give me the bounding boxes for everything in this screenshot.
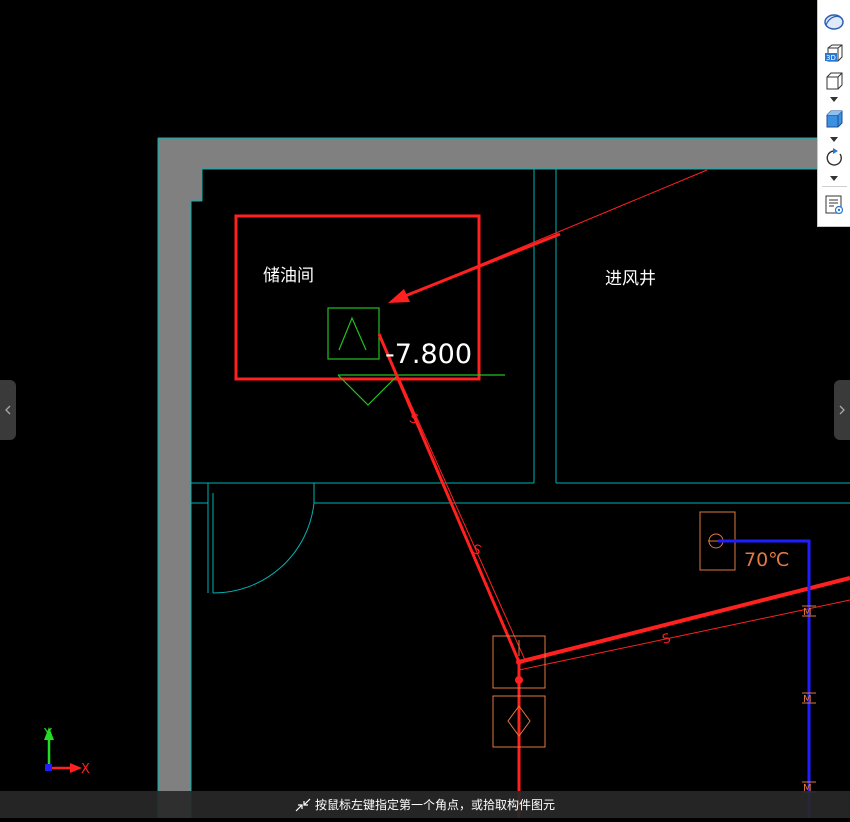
view-cube-icon [826,72,843,90]
status-bar: 按鼠标左键指定第一个角点，或拾取构件图元 [0,791,850,818]
pipe-blue [718,539,811,818]
view-3d-icon: 3D [825,44,843,62]
orbit-icon [824,14,844,30]
callout-arrow [388,169,708,303]
axis-y-label: Y [43,727,52,742]
view-3d-button[interactable]: 3D [821,40,847,66]
properties-list-button[interactable] [821,191,847,217]
pipe-mark-s-2: S [470,542,483,559]
left-panel-toggle[interactable] [0,380,16,440]
rotate-dropdown[interactable] [828,174,840,182]
chevron-down-icon [830,96,838,102]
view-toolbar: 3D [817,0,850,227]
orbit-button[interactable] [821,9,847,35]
chevron-right-icon [839,405,845,415]
status-message: 按鼠标左键指定第一个角点，或拾取构件图元 [314,798,555,812]
elevation-label: -7.800 [385,339,472,370]
pipes-red [377,333,850,818]
axis-indicator: Y X [43,727,90,777]
shaded-cube-button[interactable] [821,106,847,132]
room-label-air-shaft: 进风井 [605,269,656,289]
chevron-left-icon [5,405,11,415]
rotate-button[interactable] [821,145,847,171]
properties-list-icon [825,195,844,215]
view-cube-dropdown[interactable] [828,95,840,103]
view-3d-text: 3D [826,54,836,62]
rotate-icon [826,148,842,166]
axis-x-label: X [81,762,90,777]
chevron-down-icon [830,175,838,181]
wall-outlines [157,137,850,818]
pipe-mark-m-2: M [803,694,812,705]
wall-top [158,138,850,169]
shaded-cube-dropdown[interactable] [828,135,840,143]
cad-canvas[interactable]: 储油间 进风井 -7.800 70℃ S S S M M M Y X [0,0,850,818]
wall-left [158,138,191,818]
temperature-label: 70℃ [744,549,790,571]
equipment [492,511,736,748]
pipe-mark-m-1: M [803,607,812,618]
pipe-mark-s-3: S [661,631,673,648]
drawing-svg: 储油间 进风井 -7.800 70℃ S S S M M M Y X [43,137,850,818]
view-cube-button[interactable] [821,68,847,94]
room-label-oil-storage: 储油间 [263,266,314,286]
corner-select-icon [295,798,311,811]
wall-corner [191,169,202,201]
chevron-down-icon [830,136,838,142]
shaded-cube-icon [826,110,843,128]
toolbar-divider [822,186,847,187]
right-panel-toggle[interactable] [834,380,850,440]
